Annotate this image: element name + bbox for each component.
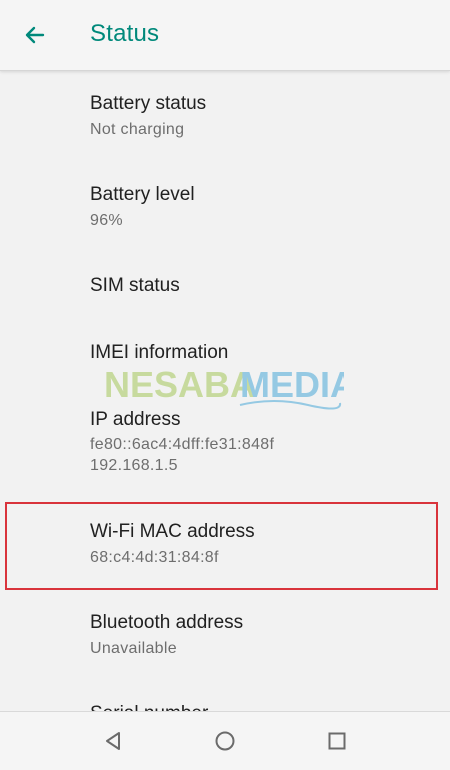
triangle-back-icon <box>106 732 120 750</box>
item-subtitle: Not charging <box>90 121 185 138</box>
circle-home-icon <box>215 731 235 751</box>
item-title: Battery status <box>90 93 207 114</box>
scrollbar[interactable] <box>446 71 450 711</box>
nav-recents-button[interactable] <box>322 726 352 756</box>
item-subtitle: 68:c4:4d:31:84:8f <box>90 549 219 566</box>
item-title: IP address <box>90 409 181 430</box>
item-title: Serial number <box>90 703 208 711</box>
page-title: Status <box>90 20 160 47</box>
list-item-sim-status[interactable]: SIM status <box>0 253 450 320</box>
list-item-wifi-mac-address[interactable]: Wi-Fi MAC address 68:c4:4d:31:84:8f <box>0 499 450 590</box>
list-item-battery-level[interactable]: Battery level 96% <box>0 162 450 253</box>
list-item-imei-information[interactable]: IMEI information <box>0 320 450 387</box>
item-subtitle: 96% <box>90 212 123 229</box>
list-item-serial-number[interactable]: Serial number <box>0 681 450 711</box>
item-subtitle-2: 192.168.1.5 <box>90 457 178 474</box>
app-bar: Status <box>0 0 450 71</box>
nav-home-button[interactable] <box>210 726 240 756</box>
list-item-ip-address[interactable]: IP address fe80::6ac4:4dff:fe31:848f 192… <box>0 387 450 499</box>
list-item-bluetooth-address[interactable]: Bluetooth address Unavailable <box>0 590 450 681</box>
status-list[interactable]: Battery status Not charging Battery leve… <box>0 71 450 711</box>
square-recents-icon <box>328 732 346 750</box>
back-button[interactable] <box>14 14 56 56</box>
item-title: Battery level <box>90 184 195 205</box>
item-subtitle: fe80::6ac4:4dff:fe31:848f <box>90 436 275 453</box>
nav-back-button[interactable] <box>98 726 128 756</box>
item-subtitle: Unavailable <box>90 640 177 657</box>
arrow-left-icon <box>25 26 45 44</box>
list-item-battery-status[interactable]: Battery status Not charging <box>0 71 450 162</box>
status-screen: Status Battery status Not charging Batte… <box>0 0 450 770</box>
item-title: Wi-Fi MAC address <box>90 521 255 542</box>
item-title: SIM status <box>90 275 180 296</box>
navigation-bar <box>0 711 450 770</box>
item-title: IMEI information <box>90 342 229 363</box>
item-title: Bluetooth address <box>90 612 244 633</box>
